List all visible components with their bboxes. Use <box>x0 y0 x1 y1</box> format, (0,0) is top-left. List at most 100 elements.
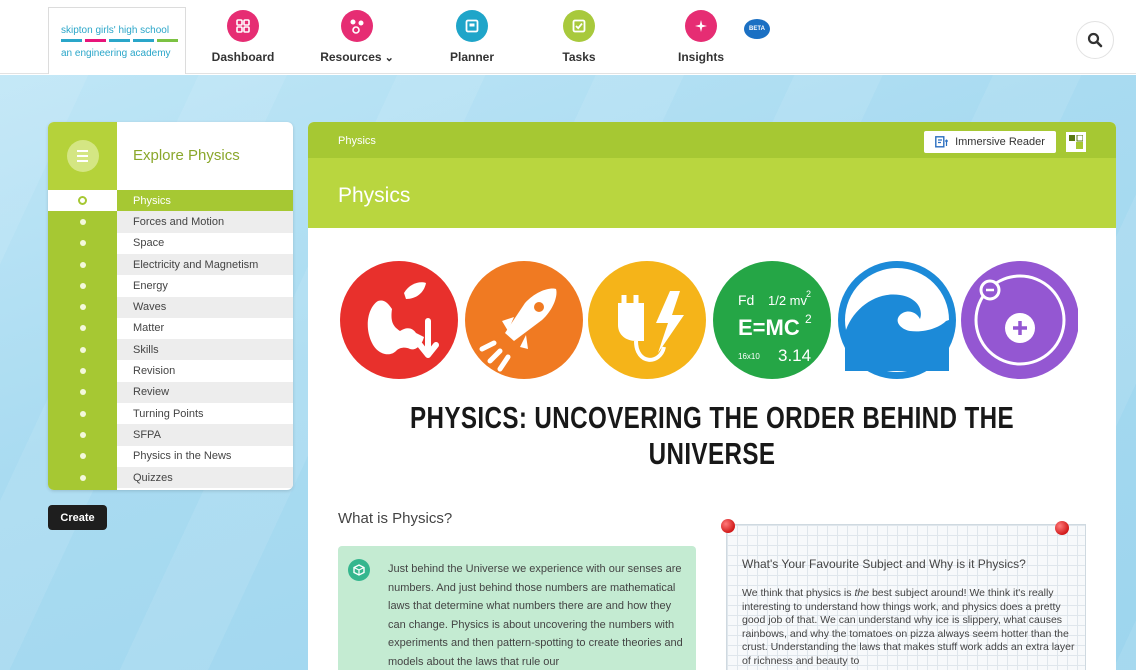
sidebar-item-physics[interactable]: Physics <box>48 190 293 212</box>
logo-stripes <box>61 39 178 42</box>
sparkle-icon <box>685 10 717 42</box>
nav-planner-label: Planner <box>449 50 494 64</box>
sidebar-bullet-cell <box>48 211 117 233</box>
pushpin-icon <box>721 519 735 533</box>
bullet-icon <box>79 261 86 268</box>
sidebar-bullet-cell <box>48 339 117 361</box>
sidebar-item-label: Matter <box>133 322 165 335</box>
sidebar-item-label: SFPA <box>133 428 161 441</box>
formula-fd: Fd <box>738 292 754 308</box>
sidebar-item-label: Forces and Motion <box>133 215 225 228</box>
nav-resources-label: Resources <box>320 50 382 64</box>
sidebar-item-label: Energy <box>133 279 168 292</box>
formula-sq2: 2 <box>805 312 812 326</box>
search-button[interactable] <box>1076 21 1114 59</box>
note-title: What's Your Favourite Subject and Why is… <box>742 557 1026 571</box>
sidebar-item-energy[interactable]: Energy <box>48 275 293 297</box>
sidebar-item-label: Waves <box>133 301 167 314</box>
sidebar-item-label: Review <box>133 386 170 399</box>
bullet-icon <box>79 346 86 353</box>
nav-insights[interactable]: Insights <box>676 10 726 68</box>
sidebar-bullet-cell <box>48 275 117 297</box>
favourite-subject-note: What's Your Favourite Subject and Why is… <box>721 519 1086 670</box>
immersive-reader-icon <box>935 136 949 148</box>
sidebar-item-label: Physics in the News <box>133 450 232 463</box>
banner-heading: PHYSICS: UNCOVERING THE ORDER BEHIND THE… <box>409 400 1015 471</box>
nav-dashboard[interactable]: Dashboard <box>211 10 275 68</box>
bullet-icon <box>79 453 86 460</box>
pushpin-icon <box>1055 521 1069 535</box>
immersive-reader-label: Immersive Reader <box>955 136 1045 148</box>
bullet-icon <box>79 410 86 417</box>
sidebar-item-forces-and-motion[interactable]: Forces and Motion <box>48 211 293 233</box>
bullet-icon <box>79 304 86 311</box>
chevron-down-icon: ⌄ <box>384 52 394 64</box>
panel-header: Physics Immersive Reader <box>308 122 1116 158</box>
sidebar-item-quizzes[interactable]: Quizzes <box>48 466 293 489</box>
bullet-icon <box>78 196 87 206</box>
formula-emc: E=MC <box>738 315 800 340</box>
bullet-icon <box>79 218 86 225</box>
formulas-icon: Fd 1/2 mv 2 E=MC 2 16x10 3.14 <box>713 261 831 379</box>
sidebar-bullet-cell <box>48 317 117 340</box>
bullet-icon <box>79 474 86 481</box>
top-navigation-bar: skipton girls' high school an engineerin… <box>0 0 1136 74</box>
bullet-icon <box>79 431 86 438</box>
expand-button[interactable] <box>1066 132 1086 152</box>
immersive-reader-button[interactable]: Immersive Reader <box>924 131 1056 153</box>
grid-icon <box>227 10 259 42</box>
formula-small: 16x10 <box>738 352 760 361</box>
note-text-emphasis: the <box>854 587 870 599</box>
sidebar-item-label: Physics <box>133 194 171 207</box>
bullet-icon <box>79 282 86 289</box>
sidebar-item-label: Turning Points <box>133 407 204 420</box>
sidebar-header: Explore Physics <box>48 122 293 190</box>
sidebar-item-electricity-and-magnetism[interactable]: Electricity and Magnetism <box>48 253 293 276</box>
planner-icon <box>456 10 488 42</box>
sidebar-item-revision[interactable]: Revision <box>48 360 293 382</box>
sidebar-bullet-cell <box>48 232 117 254</box>
sidebar-bullet-cell <box>48 445 117 467</box>
atom-icon <box>961 261 1078 379</box>
sidebar-item-label: Skills <box>133 343 159 356</box>
sidebar-bullet-cell <box>48 403 117 425</box>
formula-pi: 3.14 <box>778 346 811 365</box>
sidebar-bullet-cell <box>48 360 117 382</box>
bullet-icon <box>79 325 86 332</box>
page-title-bar: Physics <box>308 158 1116 228</box>
sidebar-title: Explore Physics <box>133 147 240 164</box>
checkbox-icon <box>563 10 595 42</box>
sidebar-item-matter[interactable]: Matter <box>48 317 293 340</box>
note-text-start: We think that physics is <box>742 587 855 599</box>
intro-text: Just behind the Universe we experience w… <box>388 563 683 668</box>
plug-lightning-icon <box>588 261 706 379</box>
nav-resources[interactable]: Resources ⌄ <box>320 10 394 68</box>
sidebar-item-waves[interactable]: Waves <box>48 296 293 318</box>
sidebar-bullet-cell <box>48 424 117 446</box>
create-button[interactable]: Create <box>48 505 107 530</box>
sidebar-item-label: Quizzes <box>133 471 173 484</box>
nav-tasks-label: Tasks <box>562 50 596 64</box>
nav-dashboard-label: Dashboard <box>211 50 275 64</box>
wave-icon <box>838 261 956 379</box>
nav-resources-label-wrap: Resources ⌄ <box>320 50 394 64</box>
nav-tasks[interactable]: Tasks <box>556 10 602 68</box>
sidebar-item-skills[interactable]: Skills <box>48 339 293 361</box>
school-logo[interactable]: skipton girls' high school an engineerin… <box>48 7 186 74</box>
sidebar-item-turning-points[interactable]: Turning Points <box>48 403 293 425</box>
sidebar-item-review[interactable]: Review <box>48 381 293 403</box>
section-heading: What is Physics? <box>338 510 453 527</box>
nav-planner[interactable]: Planner <box>448 10 496 68</box>
sidebar-menu-toggle[interactable] <box>48 122 117 190</box>
hamburger-icon <box>66 140 99 172</box>
sidebar-bullet-cell <box>48 381 117 403</box>
rocket-icon <box>465 261 583 379</box>
bullet-icon <box>79 389 86 396</box>
sidebar-item-physics-in-the-news[interactable]: Physics in the News <box>48 445 293 467</box>
sidebar-item-space[interactable]: Space <box>48 232 293 254</box>
search-icon <box>1087 32 1103 48</box>
breadcrumb[interactable]: Physics <box>338 135 376 147</box>
intro-callout: Just behind the Universe we experience w… <box>338 546 696 670</box>
school-name-line1: skipton girls' high school <box>61 25 170 36</box>
sidebar-item-sfpa[interactable]: SFPA <box>48 424 293 446</box>
